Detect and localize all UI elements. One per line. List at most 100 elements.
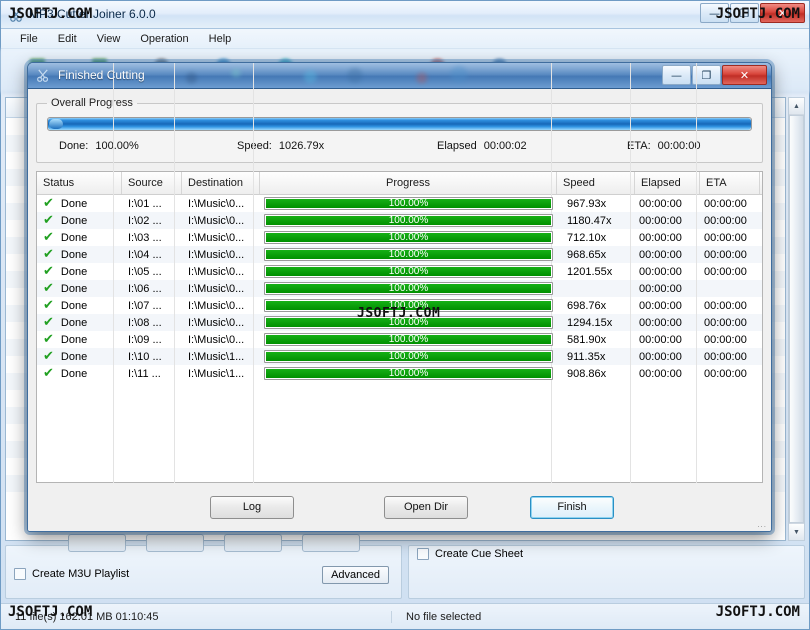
scissors-icon: [36, 68, 51, 83]
cell-elapsed: 00:00:00: [639, 248, 682, 261]
cell-status: ✔ Done: [37, 214, 122, 227]
create-cue-sheet-label: Create Cue Sheet: [435, 548, 524, 560]
file-list-scrollbar[interactable]: ▲ ▼: [788, 97, 805, 541]
column-header-progress[interactable]: Progress: [260, 172, 557, 194]
cell-status: ✔ Done: [37, 367, 122, 380]
table-row[interactable]: ✔ Done I:\09 ... I:\Music\0... 100.00% 581.90…: [37, 331, 762, 348]
table-row[interactable]: ✔ Done I:\02 ... I:\Music\0... 100.00% 1180.4…: [37, 212, 762, 229]
cell-elapsed: 00:00:00: [639, 265, 682, 278]
cell-eta: 00:00:00: [704, 197, 747, 210]
menu-item-operation[interactable]: Operation: [131, 31, 197, 47]
cell-speed: 1201.55x: [567, 265, 613, 278]
menu-item-view[interactable]: View: [88, 31, 130, 47]
resize-grip-icon[interactable]: ...: [757, 520, 767, 529]
table-row[interactable]: ✔ Done I:\10 ... I:\Music\1... 100.00% 911.35…: [37, 348, 762, 365]
table-row[interactable]: ✔ Done I:\08 ... I:\Music\0... 100.00% 1294.1…: [37, 314, 762, 331]
ghost-button-2[interactable]: [146, 534, 204, 552]
task-table-body: ✔ Done I:\01 ... I:\Music\0... 100.00% 967.93…: [37, 63, 762, 531]
scrollbar-thumb[interactable]: [789, 115, 804, 523]
overall-eta: ETA: 00:00:00: [627, 140, 752, 152]
table-row[interactable]: ✔ Done I:\03 ... I:\Music\0... 100.00% 712.10…: [37, 229, 762, 246]
cell-destination: I:\Music\0...: [188, 231, 245, 244]
table-row[interactable]: ✔ Done I:\11 ... I:\Music\1... 100.00% 908.86…: [37, 365, 762, 382]
scroll-down-icon[interactable]: ▼: [789, 523, 804, 540]
dialog-window-controls: — ❐ ✕: [662, 65, 767, 85]
task-table[interactable]: Status Source Destination Progress Speed…: [36, 63, 763, 531]
column-header-speed[interactable]: Speed: [557, 172, 635, 194]
maximize-icon: ❐: [701, 68, 712, 82]
overall-elapsed-label: Elapsed: [437, 140, 477, 152]
table-row[interactable]: ✔ Done I:\04 ... I:\Music\0... 100.00% 968.65…: [37, 246, 762, 263]
maximize-button[interactable]: ❐: [730, 3, 759, 23]
cell-progress: 100.00%: [260, 248, 557, 261]
cell-eta: 00:00:00: [704, 333, 747, 346]
cell-speed: 712.10x: [567, 231, 607, 244]
column-header-source[interactable]: Source: [122, 172, 182, 194]
progress-bar: 100.00%: [264, 350, 553, 363]
table-row[interactable]: ✔ Done I:\07 ... I:\Music\0... 100.00% 698.76…: [37, 297, 762, 314]
finish-button[interactable]: Finish: [530, 495, 614, 519]
cell-progress: 100.00%: [260, 214, 557, 227]
column-header-eta[interactable]: ETA: [700, 172, 760, 194]
cell-speed: 911.35x: [567, 350, 606, 363]
check-icon: ✔: [43, 197, 54, 210]
table-row[interactable]: ✔ Done I:\06 ... I:\Music\0... 100.00% 00:00:…: [37, 280, 762, 297]
progress-bar-label: 100.00%: [388, 300, 429, 311]
progress-bar-label: 100.00%: [388, 368, 429, 379]
minimize-button[interactable]: —: [700, 3, 729, 23]
table-row[interactable]: ✔ Done I:\05 ... I:\Music\0... 100.00% 1201.5…: [37, 263, 762, 280]
column-header-destination[interactable]: Destination: [182, 172, 260, 194]
progress-bar: 100.00%: [264, 367, 553, 380]
column-header-elapsed[interactable]: Elapsed: [635, 172, 700, 194]
advanced-button[interactable]: Advanced: [322, 566, 389, 584]
ghost-button-1[interactable]: [68, 534, 126, 552]
status-files-info: 11 file(s) 162.01 MB 01:10:45: [15, 610, 159, 623]
cell-elapsed: 00:00:00: [639, 350, 682, 363]
cell-progress: 100.00%: [260, 316, 557, 329]
scroll-up-icon[interactable]: ▲: [789, 98, 804, 115]
menu-item-file[interactable]: File: [11, 31, 47, 47]
cell-source: I:\06 ...: [128, 282, 162, 295]
column-header-status[interactable]: Status: [37, 172, 122, 194]
table-row[interactable]: ✔ Done I:\01 ... I:\Music\0... 100.00% 967.93…: [37, 195, 762, 212]
cell-source: I:\01 ...: [128, 197, 162, 210]
create-cue-sheet-row[interactable]: Create Cue Sheet: [417, 548, 523, 560]
create-m3u-playlist-row[interactable]: Create M3U Playlist: [14, 568, 129, 580]
finished-cutting-dialog: Finished Cutting — ❐ ✕ Overall Progress …: [27, 62, 772, 532]
cell-status: ✔ Done: [37, 299, 122, 312]
cell-source: I:\11 ...: [128, 367, 161, 380]
ghost-button-3[interactable]: [224, 534, 282, 552]
cell-eta: 00:00:00: [704, 231, 747, 244]
dialog-titlebar[interactable]: Finished Cutting — ❐ ✕: [28, 63, 771, 89]
overall-elapsed: Elapsed 00:00:02: [437, 140, 627, 152]
overall-progress-bar: [47, 117, 752, 131]
check-icon: ✔: [43, 316, 54, 329]
cell-eta: 00:00:00: [704, 316, 747, 329]
menu-item-help[interactable]: Help: [200, 31, 241, 47]
check-icon: ✔: [43, 231, 54, 244]
open-dir-button[interactable]: Open Dir: [384, 495, 468, 519]
status-selection: No file selected: [391, 610, 809, 623]
minimize-icon: —: [709, 6, 720, 20]
dialog-minimize-button[interactable]: —: [662, 65, 691, 85]
create-cue-sheet-checkbox[interactable]: [417, 548, 429, 560]
close-button[interactable]: ✕: [760, 3, 805, 23]
cell-elapsed: 00:00:00: [639, 299, 682, 312]
ghost-button-4[interactable]: [302, 534, 360, 552]
log-button[interactable]: Log: [210, 495, 294, 519]
overall-progress-group: Overall Progress Done: 100.00% Speed: 10…: [36, 97, 763, 163]
progress-bar-label: 100.00%: [388, 334, 429, 345]
progress-bar-label: 100.00%: [388, 215, 429, 226]
progress-bar: 100.00%: [264, 333, 553, 346]
overall-progress-stats: Done: 100.00% Speed: 1026.79x Elapsed 00…: [47, 140, 752, 152]
status-text: Done: [60, 316, 88, 329]
status-text: Done: [60, 282, 88, 295]
overall-eta-value: 00:00:00: [657, 140, 701, 152]
main-window-titlebar[interactable]: MP3 Cutter Joiner 6.0.0 — ❐ ✕: [1, 1, 809, 29]
dialog-close-button[interactable]: ✕: [722, 65, 767, 85]
create-m3u-playlist-checkbox[interactable]: [14, 568, 26, 580]
overall-progress-label: Overall Progress: [51, 97, 133, 109]
menu-item-edit[interactable]: Edit: [49, 31, 86, 47]
progress-bar-label: 100.00%: [388, 317, 429, 328]
output-panel-right: Create Cue Sheet: [408, 545, 805, 599]
